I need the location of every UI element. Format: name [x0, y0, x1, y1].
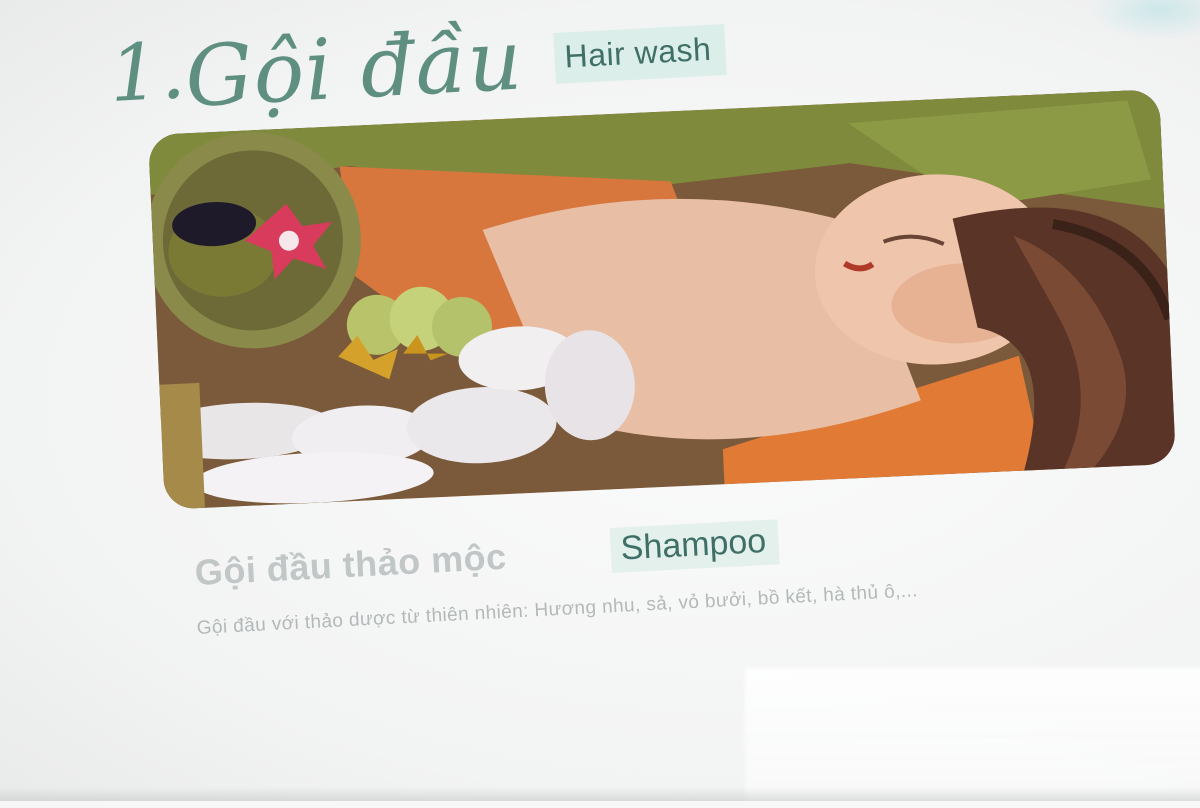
page-bottom-edge: [0, 787, 1200, 801]
section-number: 1.: [107, 26, 189, 120]
spa-hair-wash-photo: [148, 89, 1176, 510]
page-title: Gội đầu: [182, 10, 526, 127]
menu-page: 1. Gội đầu Hair wash Chăm sóc tóc và thư…: [0, 0, 1200, 808]
service-name-english: Shampoo: [609, 519, 780, 573]
corner-accent: [1090, 0, 1200, 40]
page-title-english: Hair wash: [553, 24, 727, 84]
service-name: Gội đầu thảo mộc: [193, 535, 508, 594]
